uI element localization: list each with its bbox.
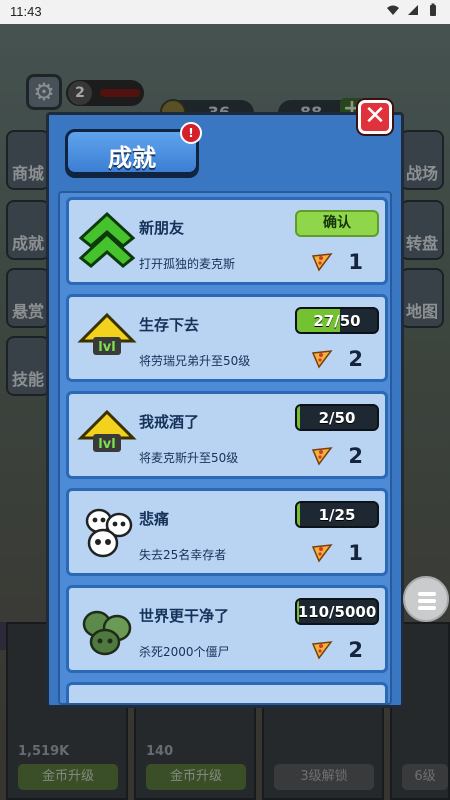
status-time: 11:43 [10, 4, 42, 19]
achievement-item [66, 682, 388, 703]
pizza-icon [311, 350, 333, 369]
achievement-description: 将麦克斯升至50级 [139, 451, 239, 465]
reward-amount: 2 [348, 347, 363, 371]
reward-amount: 1 [348, 250, 363, 274]
wifi-icon [387, 5, 399, 15]
achievement-progress: 2/50 [295, 404, 379, 431]
achievements-dialog: 成就 新朋友 打开孤独的麦克斯 确认 1 lvl 生存下去 将劳瑞兄弟升至50级… [46, 112, 404, 708]
achievement-name: 世界更干净了 [139, 607, 230, 625]
achievement-progress: 1/25 [295, 501, 379, 528]
zombie-heads-icon [82, 610, 132, 656]
floating-menu-button[interactable] [403, 576, 449, 622]
achievement-name: 我戒酒了 [139, 413, 200, 431]
dialog-title: 成就 [108, 144, 156, 172]
achievement-progress: 27/50 [295, 307, 379, 334]
reward-amount: 2 [348, 638, 363, 662]
achievement-reward: 2 [311, 638, 363, 662]
level-up-label: lvl [98, 437, 115, 452]
level-up-label: lvl [98, 340, 115, 355]
achievement-description: 杀死2000个僵尸 [139, 645, 230, 659]
achievement-reward: 2 [311, 444, 363, 468]
confirm-button[interactable]: 确认 [295, 210, 379, 237]
achievement-reward: 2 [311, 347, 363, 371]
achievement-item: 新朋友 打开孤独的麦克斯 确认 1 [66, 197, 388, 285]
progress-text: 110/5000 [297, 603, 377, 621]
progress-text: 2/50 [318, 409, 356, 427]
achievement-item: lvl 生存下去 将劳瑞兄弟升至50级 27/50 2 [66, 294, 388, 382]
status-bar: 11:43 [0, 0, 450, 24]
achievement-item: 世界更干净了 杀死2000个僵尸 110/5000 2 [66, 585, 388, 673]
achievements-title-tab: 成就 [65, 129, 199, 175]
menu-line [418, 599, 436, 603]
achievement-item: 悲痛 失去25名幸存者 1/25 1 [66, 488, 388, 576]
achievement-list[interactable]: 新朋友 打开孤独的麦克斯 确认 1 lvl 生存下去 将劳瑞兄弟升至50级 27… [58, 191, 392, 705]
pizza-icon [311, 544, 333, 563]
pizza-icon [311, 447, 333, 466]
signal-icon [408, 5, 418, 15]
achievement-reward: 1 [311, 250, 363, 274]
close-button[interactable]: ✕ [358, 100, 392, 134]
level-up-icon: lvl [77, 409, 137, 452]
double-chevron-up-icon [78, 211, 136, 268]
achievement-name: 生存下去 [139, 316, 200, 334]
achievement-item: lvl 我戒酒了 将麦克斯升至50级 2/50 2 [66, 391, 388, 479]
achievement-name: 悲痛 [139, 510, 170, 528]
battery-icon [430, 3, 436, 16]
progress-text: 1/25 [318, 506, 356, 524]
level-up-icon: lvl [77, 312, 137, 355]
achievement-description: 打开孤独的麦克斯 [139, 257, 236, 271]
achievement-progress: 110/5000 [295, 598, 379, 625]
reward-amount: 1 [348, 541, 363, 565]
pizza-icon [311, 641, 333, 660]
achievement-description: 将劳瑞兄弟升至50级 [139, 354, 251, 368]
achievement-name: 新朋友 [139, 219, 185, 237]
achievement-reward: 1 [311, 541, 363, 565]
menu-line [418, 592, 436, 596]
achievement-description: 失去25名幸存者 [139, 548, 227, 562]
menu-line [418, 606, 436, 610]
progress-text: 27/50 [313, 312, 361, 330]
reward-amount: 2 [348, 444, 363, 468]
pizza-icon [311, 253, 333, 272]
notification-badge: ! [180, 122, 202, 144]
skulls-icon [85, 508, 133, 558]
